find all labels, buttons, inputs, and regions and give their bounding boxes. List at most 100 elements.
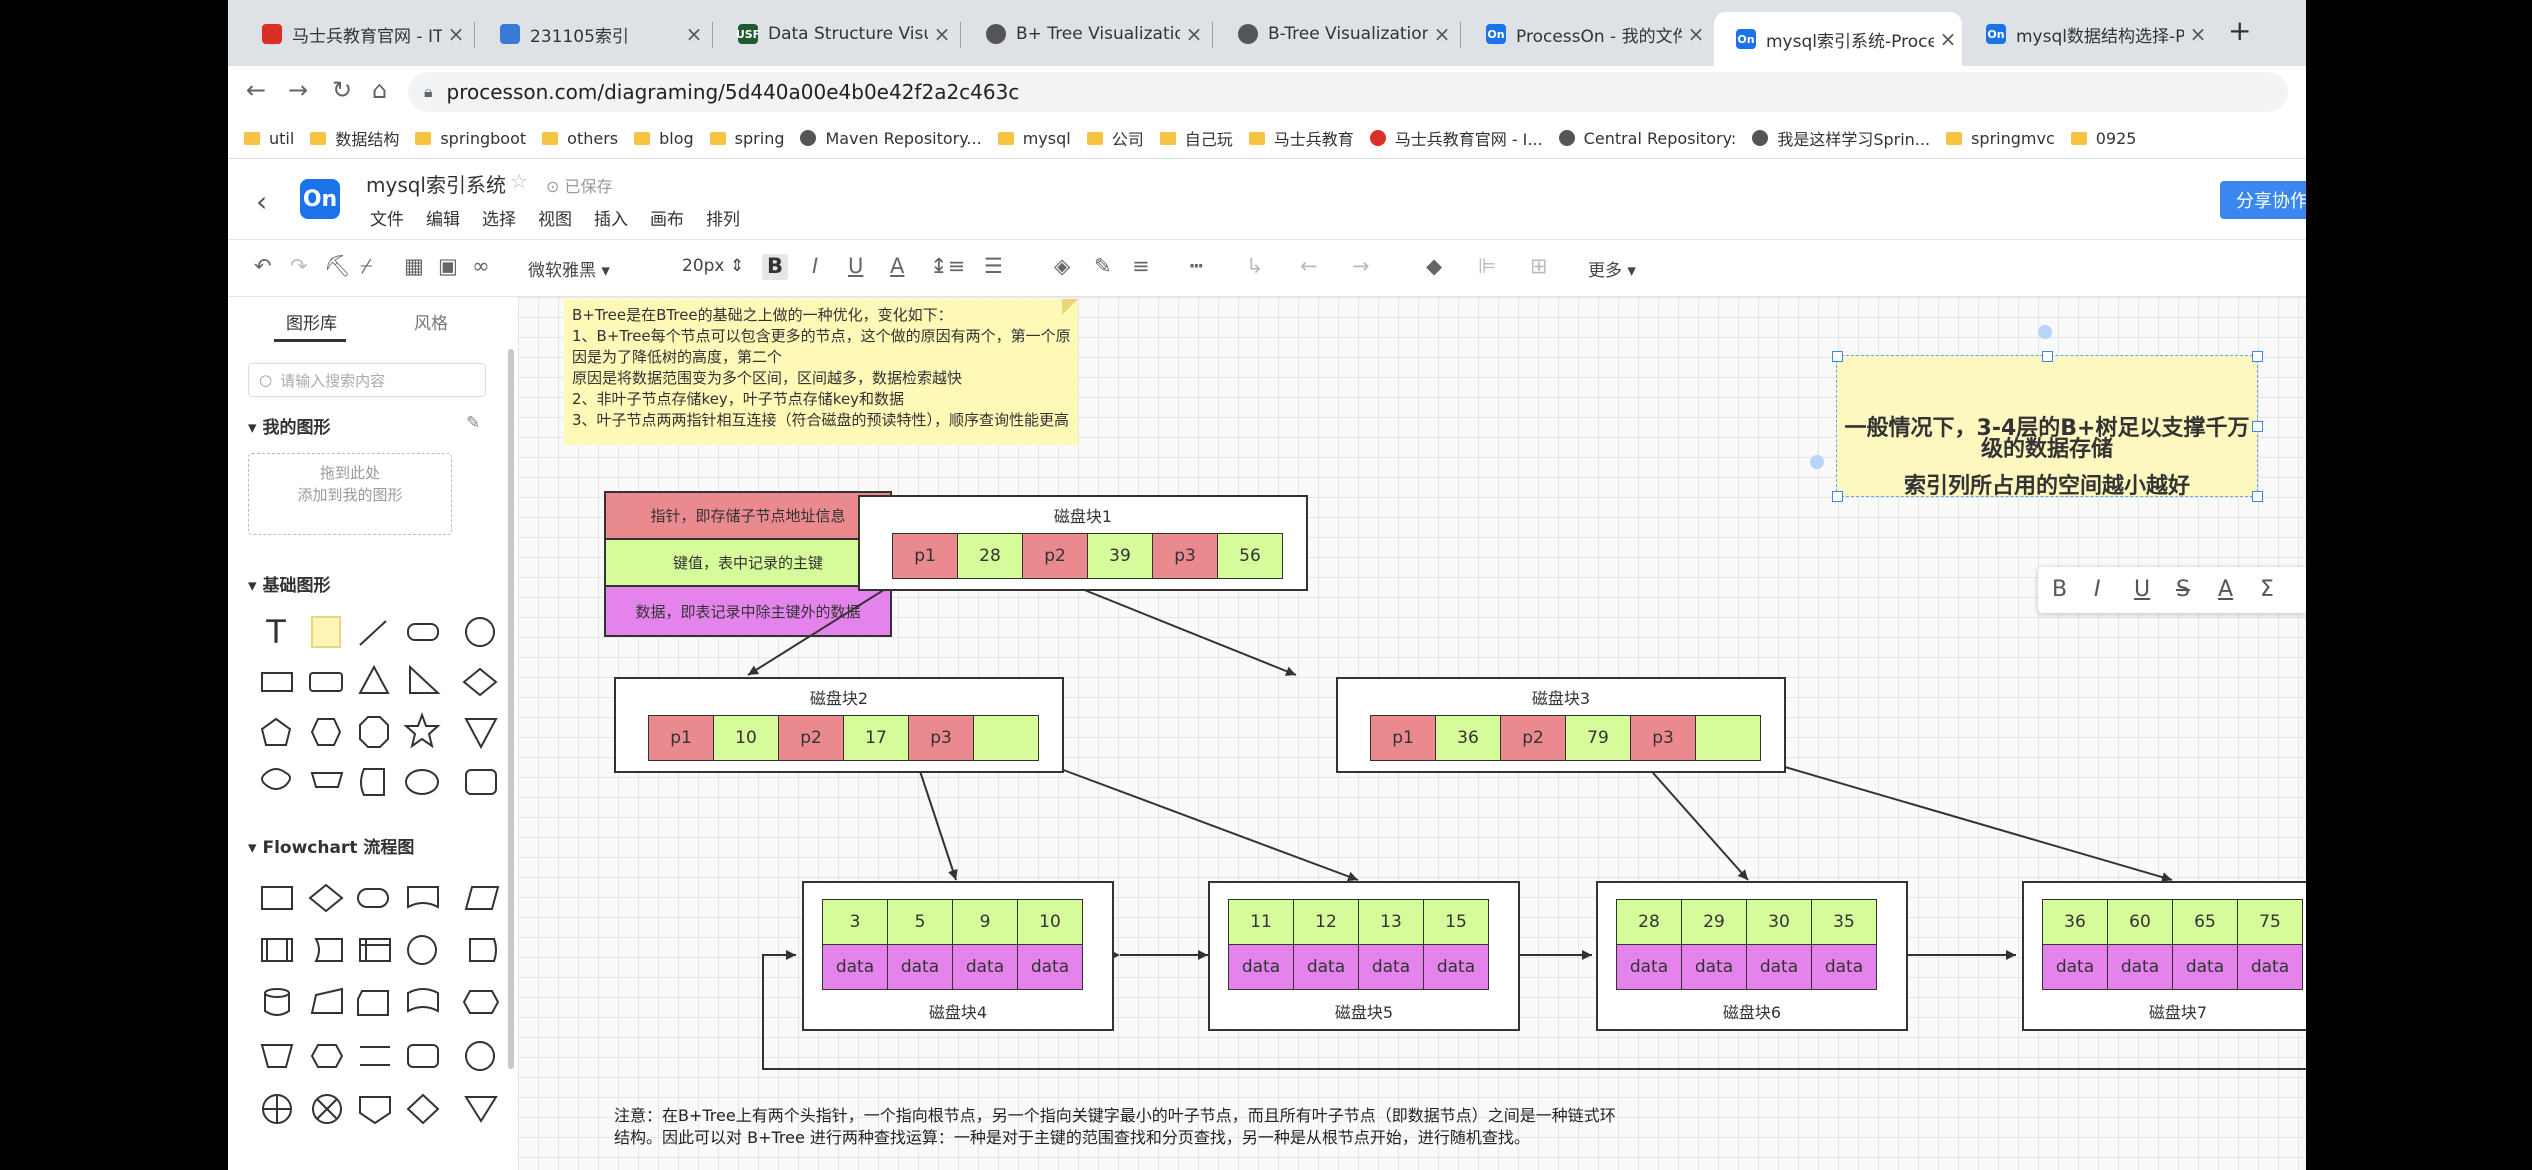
sidebar-scrollbar[interactable] <box>508 349 514 1069</box>
my-shapes-header[interactable]: ▾ 我的图形 <box>248 413 330 438</box>
tab-mysql-index-active[interactable]: On mysql索引系统-Proce × <box>1714 12 1962 66</box>
tab-bplus-tree[interactable]: B+ Tree Visualization × <box>964 12 1208 56</box>
arrow-block1-p2-block3[interactable] <box>1061 580 1297 676</box>
disk-block-3[interactable]: 磁盘块3 p1 36 p2 79 p3 <box>1336 677 1786 773</box>
tab-processon-files[interactable]: On ProcessOn - 我的文件 × <box>1464 12 1710 56</box>
grid-pattern-icon[interactable]: ▦ <box>404 254 424 278</box>
font-family-select[interactable]: 微软雅黑 ▾ <box>528 256 610 281</box>
tab-btree[interactable]: B-Tree Visualization × <box>1216 12 1456 56</box>
tab-index-doc[interactable]: 231105索引 × <box>478 12 708 56</box>
disk-block-1[interactable]: 磁盘块1 p1 28 p2 39 p3 56 <box>858 495 1308 591</box>
my-shapes-dropzone[interactable]: 拖到此处 添加到我的图形 <box>248 453 452 535</box>
tab-shape-library[interactable]: 图形库 <box>286 309 337 334</box>
back-icon[interactable]: ← <box>246 76 266 104</box>
star-icon[interactable]: ☆ <box>510 169 528 193</box>
underline-icon[interactable]: U <box>848 254 863 278</box>
back-arrow-icon[interactable]: ‹ <box>256 185 267 218</box>
menu-arrange[interactable]: 排列 <box>706 205 740 230</box>
bookmark-item[interactable]: blog <box>634 129 694 148</box>
more-menu[interactable]: 更多 ▾ <box>1588 256 1636 281</box>
forward-icon[interactable]: → <box>288 76 308 104</box>
tab-mysql-structure[interactable]: On mysql数据结构选择-P × <box>1964 12 2212 56</box>
align-objects-icon[interactable]: ⊫ <box>1478 254 1496 278</box>
close-icon[interactable]: × <box>1934 27 1962 51</box>
close-icon[interactable]: × <box>680 22 708 46</box>
format-painter-icon[interactable]: ⛏ <box>324 254 351 279</box>
close-icon[interactable]: × <box>1180 22 1208 46</box>
share-button[interactable]: 分享协作 <box>2220 181 2306 219</box>
disk-block-4[interactable]: 3 5 9 10 data data data data 磁盘块4 <box>802 881 1114 1031</box>
disk-block-7[interactable]: 36 60 65 75 data data data data 磁盘块7 <box>2022 881 2306 1031</box>
processon-logo[interactable]: On <box>300 179 340 219</box>
font-size-select[interactable]: 20px ⇕ <box>682 256 744 276</box>
bookmark-item[interactable]: 马士兵教育官网 - I... <box>1369 126 1543 150</box>
close-icon[interactable]: × <box>1428 22 1456 46</box>
fill-color-icon[interactable]: ◈ <box>1054 254 1070 278</box>
footnote[interactable]: 注意：在B+Tree上有两个头指针，一个指向根节点，另一个指向关键字最小的叶子节… <box>614 1105 1714 1149</box>
line-color-icon[interactable]: ✎ <box>1094 254 1112 278</box>
close-icon[interactable]: × <box>928 22 956 46</box>
document-title[interactable]: mysql索引系统 <box>366 169 506 198</box>
line-style-icon[interactable]: ┅ <box>1190 254 1203 278</box>
close-icon[interactable]: × <box>1682 22 1710 46</box>
tab-style[interactable]: 风格 <box>414 309 448 334</box>
link-icon[interactable]: ∞ <box>472 254 490 278</box>
menu-select[interactable]: 选择 <box>482 205 516 230</box>
menu-file[interactable]: 文件 <box>370 205 404 230</box>
italic-icon[interactable]: I <box>812 254 818 278</box>
bookmark-item[interactable]: util <box>244 129 294 148</box>
close-icon[interactable]: × <box>2184 22 2212 46</box>
menu-edit[interactable]: 编辑 <box>426 205 460 230</box>
align-icon[interactable]: ☰ <box>984 254 1003 278</box>
flowchart-header[interactable]: ▾ Flowchart 流程图 <box>248 833 414 858</box>
menu-canvas[interactable]: 画布 <box>650 205 684 230</box>
bookmark-item[interactable]: mysql <box>997 129 1071 148</box>
home-icon[interactable]: ⌂ <box>372 76 387 104</box>
bookmark-item[interactable]: 马士兵教育 <box>1248 126 1354 150</box>
redo-icon[interactable]: ↷ <box>290 254 308 278</box>
bookmark-item[interactable]: spring <box>709 129 784 148</box>
diagram-canvas[interactable]: B+Tree是在BTree的基础之上做的一种优化，变化如下： 1、B+Tree每… <box>518 297 2306 1170</box>
edit-icon[interactable]: ✎ <box>466 413 480 433</box>
bookmark-item[interactable]: 数据结构 <box>310 126 399 150</box>
url-field[interactable]: 🔒︎ processon.com/diagraming/5d440a00e4b0… <box>408 72 2288 112</box>
menu-insert[interactable]: 插入 <box>594 205 628 230</box>
arrow-block2-p2-block5[interactable] <box>1049 764 1359 882</box>
bookmark-item[interactable]: 我是这样学习Sprin... <box>1752 126 1930 150</box>
line-width-icon[interactable]: ≡ <box>1132 254 1150 278</box>
disk-block-5[interactable]: 11 12 13 15 data data data data 磁盘块5 <box>1208 881 1520 1031</box>
arrow-end-icon[interactable]: → <box>1352 254 1370 278</box>
arrow-block2-p1-block4[interactable] <box>917 764 958 881</box>
connector-style-icon[interactable]: ↳ <box>1246 254 1264 278</box>
arrow-block3-p1-block6[interactable] <box>1645 764 1749 881</box>
bookmark-item[interactable]: Maven Repository... <box>800 129 982 148</box>
table-icon[interactable]: ⊞ <box>1530 254 1548 278</box>
image-icon[interactable]: ▣ <box>438 254 458 278</box>
new-tab-button[interactable]: + <box>2228 14 2251 47</box>
arrow-start-icon[interactable]: ← <box>1300 254 1318 278</box>
shape-search-input[interactable]: ○ 请输入搜索内容 <box>248 363 486 397</box>
bookmark-item[interactable]: springboot <box>415 129 526 148</box>
arrow-block1-p1-block2[interactable] <box>747 580 899 676</box>
arrow-block3-p2-block7[interactable] <box>1777 764 2173 882</box>
bookmark-item[interactable]: others <box>542 129 618 148</box>
line-height-icon[interactable]: ↨≡ <box>930 254 965 278</box>
tab-msb[interactable]: 马士兵教育官网 - IT职 × <box>240 12 470 56</box>
bookmark-item[interactable]: Central Repository: <box>1558 129 1736 148</box>
menu-view[interactable]: 视图 <box>538 205 572 230</box>
layer-icon[interactable]: ◆ <box>1426 254 1442 278</box>
reload-icon[interactable]: ↻ <box>332 76 352 104</box>
bold-icon[interactable]: B <box>762 254 788 280</box>
disk-block-2[interactable]: 磁盘块2 p1 10 p2 17 p3 <box>614 677 1064 773</box>
close-icon[interactable]: × <box>442 22 470 46</box>
bookmark-item[interactable]: 自己玩 <box>1159 126 1233 150</box>
undo-icon[interactable]: ↶ <box>254 254 272 278</box>
clear-format-icon[interactable]: ⌿ <box>360 254 373 279</box>
font-color-icon[interactable]: A <box>890 254 904 278</box>
tab-data-structure[interactable]: USF Data Structure Visual × <box>716 12 956 56</box>
bookmark-item[interactable]: springmvc <box>1946 129 2055 148</box>
disk-block-6[interactable]: 28 29 30 35 data data data data 磁盘块6 <box>1596 881 1908 1031</box>
bookmark-item[interactable]: 0925 <box>2070 129 2136 148</box>
basic-shapes-header[interactable]: ▾ 基础图形 <box>248 571 330 596</box>
bookmark-item[interactable]: 公司 <box>1086 126 1144 150</box>
